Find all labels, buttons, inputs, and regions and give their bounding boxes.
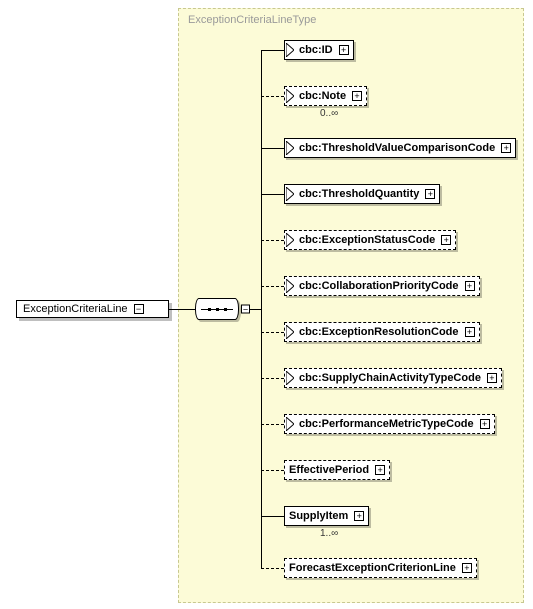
conn-branch [261, 378, 284, 379]
minus-icon[interactable]: − [134, 304, 144, 314]
plus-icon[interactable]: + [375, 465, 385, 475]
ref-indicator-icon [285, 369, 295, 387]
conn-branch [261, 568, 284, 569]
plus-icon[interactable]: + [352, 91, 362, 101]
ref-indicator-icon [285, 139, 295, 157]
child-element-name: cbc:PerformanceMetricTypeCode [299, 418, 474, 430]
child-element-name: ForecastExceptionCriterionLine [289, 562, 456, 574]
conn-branch [261, 240, 284, 241]
xsd-diagram: ExceptionCriteriaLineType ExceptionCrite… [0, 0, 533, 609]
conn-branch [261, 96, 284, 97]
occurs-label: 0..∞ [320, 108, 338, 119]
seq-rail [201, 309, 233, 310]
conn-branch [261, 332, 284, 333]
child-element-name: cbc:CollaborationPriorityCode [299, 280, 459, 292]
child-element-name: cbc:Note [299, 90, 346, 102]
occurs-label: 1..∞ [320, 528, 338, 539]
root-element-box[interactable]: ExceptionCriteriaLine − [16, 300, 169, 318]
plus-icon[interactable]: + [425, 189, 435, 199]
ref-indicator-icon [285, 415, 295, 433]
sequence-compositor[interactable]: − [195, 298, 239, 320]
ref-indicator-icon [285, 41, 295, 59]
conn-branch [261, 470, 284, 471]
child-element-name: cbc:SupplyChainActivityTypeCode [299, 372, 481, 384]
conn-root-seq [169, 309, 195, 310]
child-element-box[interactable]: cbc:ThresholdValueComparisonCode + [284, 138, 516, 158]
conn-branch [261, 516, 284, 517]
child-element-box[interactable]: cbc:ExceptionResolutionCode + [284, 322, 480, 342]
child-element-box[interactable]: cbc:PerformanceMetricTypeCode + [284, 414, 495, 434]
plus-icon[interactable]: + [441, 235, 451, 245]
child-element-name: SupplyItem [289, 510, 348, 522]
child-element-name: cbc:ThresholdValueComparisonCode [299, 142, 495, 154]
plus-icon[interactable]: + [487, 373, 497, 383]
plus-icon[interactable]: + [480, 419, 490, 429]
child-element-box[interactable]: ForecastExceptionCriterionLine + [284, 558, 477, 578]
conn-seq-trunk [249, 309, 261, 310]
child-element-box[interactable]: cbc:ID + [284, 40, 354, 60]
conn-branch [261, 286, 284, 287]
conn-branch [261, 194, 284, 195]
conn-branch [261, 424, 284, 425]
plus-icon[interactable]: + [465, 327, 475, 337]
child-element-box[interactable]: cbc:SupplyChainActivityTypeCode + [284, 368, 502, 388]
child-element-name: cbc:ID [299, 44, 333, 56]
conn-branch [261, 148, 284, 149]
root-element-name: ExceptionCriteriaLine [23, 303, 128, 315]
child-element-box[interactable]: cbc:ThresholdQuantity + [284, 184, 440, 204]
child-element-box[interactable]: SupplyItem + [284, 506, 369, 526]
child-element-box[interactable]: cbc:CollaborationPriorityCode + [284, 276, 480, 296]
ref-indicator-icon [285, 231, 295, 249]
child-element-box[interactable]: EffectivePeriod + [284, 460, 390, 480]
plus-icon[interactable]: + [462, 563, 472, 573]
ref-indicator-icon [285, 87, 295, 105]
plus-icon[interactable]: + [354, 511, 364, 521]
ref-indicator-icon [285, 277, 295, 295]
conn-branch [261, 50, 284, 51]
plus-icon[interactable]: + [465, 281, 475, 291]
ref-indicator-icon [285, 323, 295, 341]
plus-icon[interactable]: + [501, 143, 511, 153]
ref-indicator-icon [285, 185, 295, 203]
child-element-name: cbc:ExceptionStatusCode [299, 234, 435, 246]
conn-trunk-vertical [261, 50, 262, 568]
plus-icon[interactable]: + [339, 45, 349, 55]
child-element-name: cbc:ThresholdQuantity [299, 188, 419, 200]
child-element-box[interactable]: cbc:Note + [284, 86, 367, 106]
child-element-name: cbc:ExceptionResolutionCode [299, 326, 459, 338]
child-element-name: EffectivePeriod [289, 464, 369, 476]
complex-type-label: ExceptionCriteriaLineType [188, 14, 316, 26]
child-element-box[interactable]: cbc:ExceptionStatusCode + [284, 230, 456, 250]
